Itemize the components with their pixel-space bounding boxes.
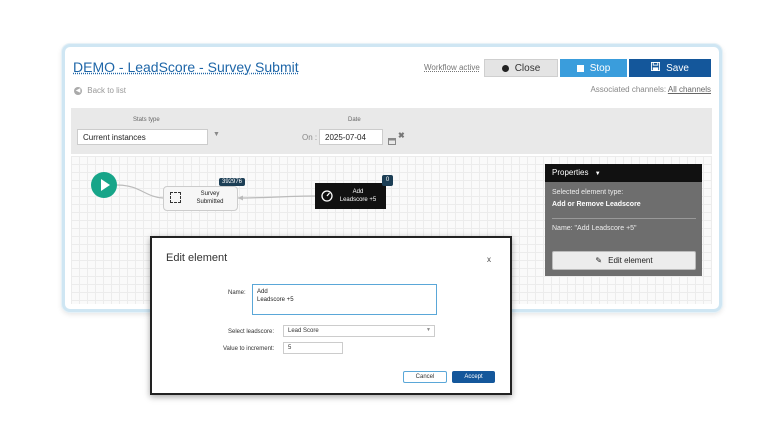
properties-header[interactable]: Properties ▼	[545, 164, 702, 182]
pencil-icon: ✎	[595, 256, 603, 265]
edit-element-label: Edit element	[608, 256, 653, 265]
lead-node-label: Add Leadscore +5	[334, 188, 382, 204]
element-name-text: Name: "Add Leadscore +5"	[552, 225, 637, 232]
survey-count-badge: 392976	[219, 178, 246, 186]
select-chevron-icon[interactable]: ▼	[426, 327, 431, 333]
element-type-label: Selected element type:	[552, 189, 624, 196]
survey-node-label-line1: Survey	[200, 191, 220, 197]
play-icon	[101, 179, 110, 191]
survey-node-label: Survey Submitted	[188, 190, 232, 206]
leadscore-select[interactable]: Lead Score	[283, 325, 435, 337]
cancel-button[interactable]: Cancel	[403, 371, 447, 383]
name-textarea[interactable]: Add Leadscore +5	[252, 284, 437, 315]
lead-node-label-line2: Leadscore +5	[339, 197, 377, 203]
element-type-value: Add or Remove Leadscore	[552, 201, 641, 208]
lead-node-label-line1: Add	[352, 189, 364, 195]
leadscore-select-label: Select leadscore:	[228, 329, 275, 335]
increment-input[interactable]: 5	[283, 342, 343, 354]
name-field-label: Name:	[228, 290, 246, 296]
properties-divider	[552, 218, 696, 219]
gauge-icon	[321, 189, 333, 202]
accept-button[interactable]: Accept	[452, 371, 495, 383]
survey-form-icon	[170, 192, 181, 203]
edit-element-button[interactable]: ✎ Edit element	[552, 251, 696, 270]
dialog-title: Edit element	[166, 252, 228, 264]
properties-title: Properties	[552, 168, 589, 177]
survey-node-label-line2: Submitted	[196, 199, 224, 205]
increment-label: Value to increment:	[223, 346, 275, 352]
lead-count-badge: 0	[382, 175, 393, 186]
dialog-close-icon[interactable]: x	[487, 255, 491, 264]
start-node[interactable]	[91, 172, 117, 198]
caret-down-icon: ▼	[594, 171, 601, 177]
